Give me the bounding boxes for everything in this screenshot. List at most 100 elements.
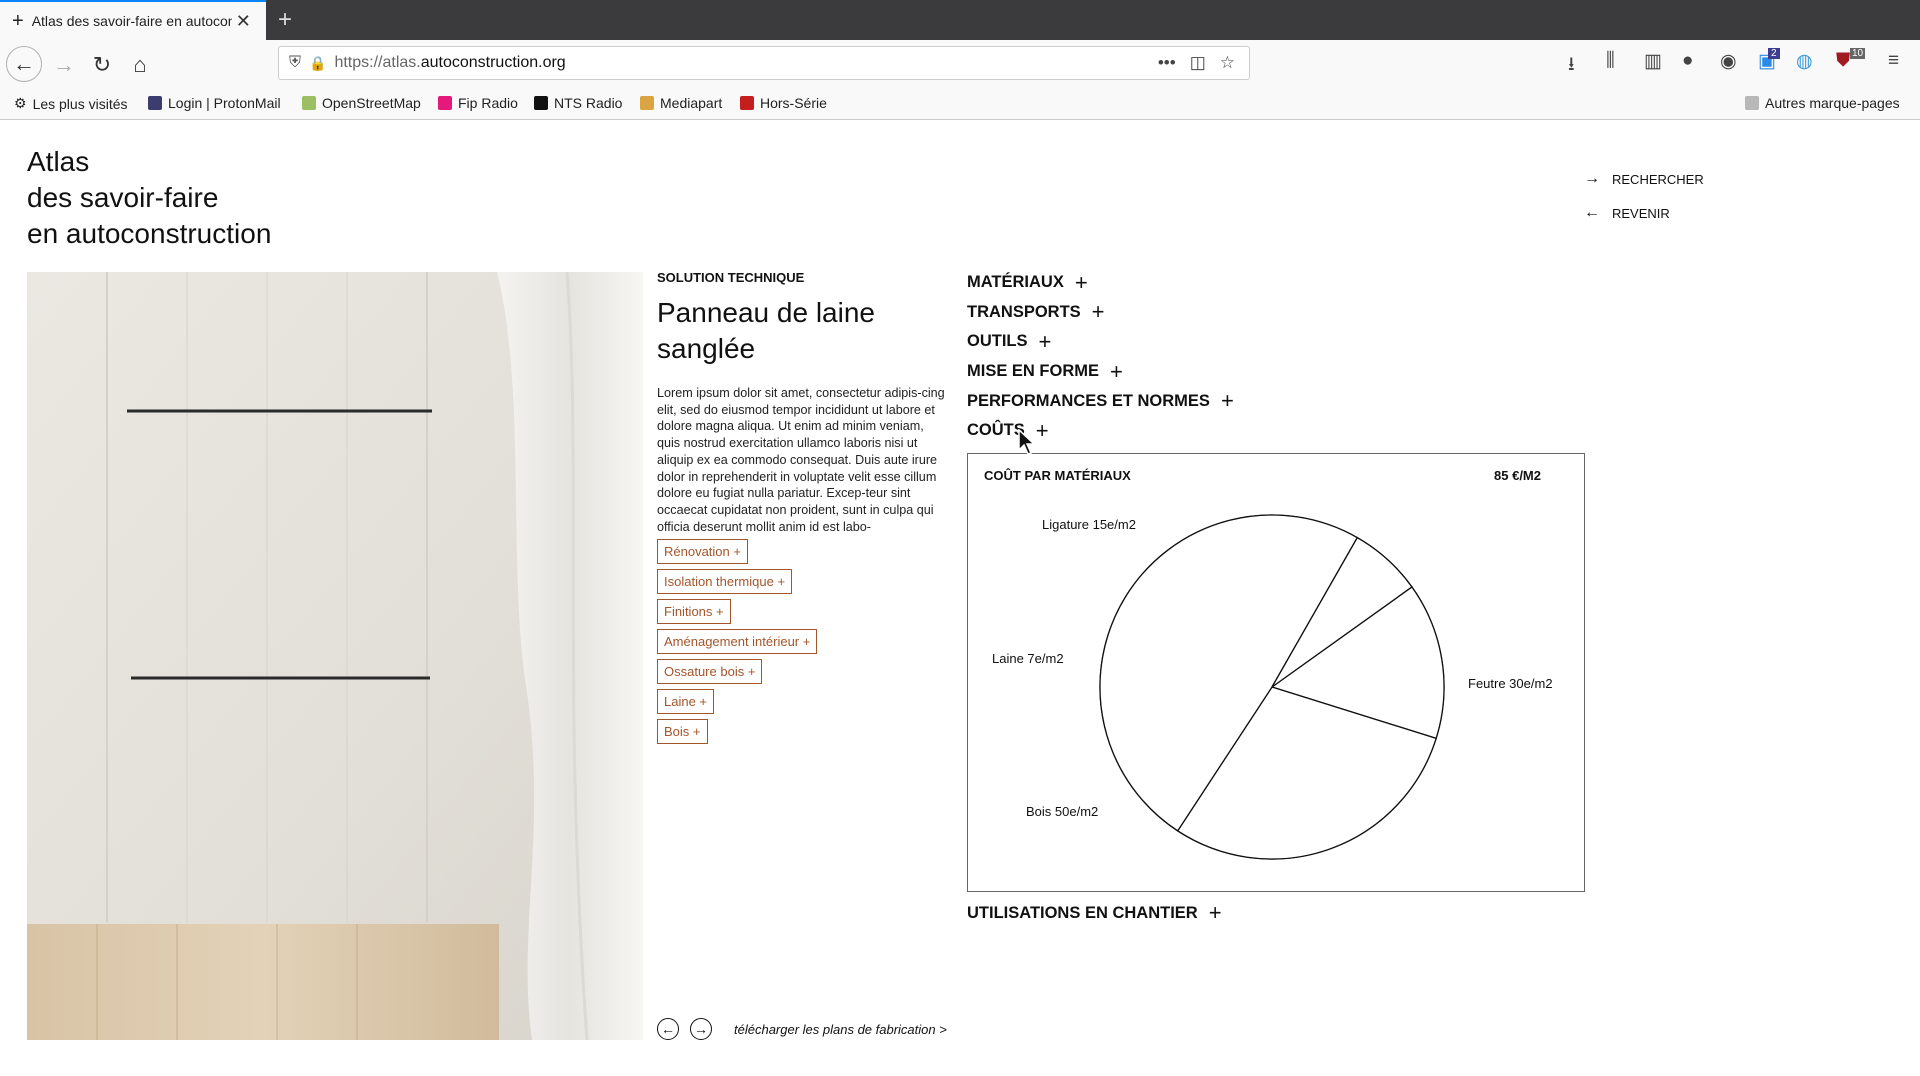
section-couts[interactable]: COÛTS + (967, 416, 1234, 446)
active-tab[interactable]: + Atlas des savoir-faire en autoconstruc… (0, 0, 266, 40)
section-label: OUTILS (967, 332, 1028, 351)
article-title: Panneau de laine sanglée (657, 297, 875, 364)
site-title[interactable]: Atlas des savoir-faire en autoconstructi… (27, 144, 271, 252)
url-bar[interactable]: ⛨ 🔒 https://atlas.autoconstruction.org •… (278, 46, 1250, 80)
new-tab-button[interactable]: + (278, 6, 292, 34)
section-transports[interactable]: TRANSPORTS + (967, 298, 1234, 328)
back-button[interactable]: ← (6, 46, 42, 82)
section-label: MISE EN FORME (967, 362, 1100, 381)
plus-icon: + (1220, 388, 1234, 414)
plus-icon: + (1110, 358, 1123, 384)
product-photo (27, 272, 643, 1040)
fip-icon (438, 96, 452, 110)
section-materiaux[interactable]: MATÉRIAUX + (967, 268, 1234, 298)
pocket-icon[interactable]: ◫ (1190, 53, 1206, 73)
navigation-toolbar: ← → ↻ ⌂ ⛨ 🔒 https://atlas.autoconstructi… (0, 40, 1920, 88)
page-actions-icon[interactable]: ••• (1158, 53, 1176, 73)
tag-ossature-bois[interactable]: Ossature bois + (657, 659, 763, 684)
section-label: COÛTS (967, 421, 1025, 440)
plus-icon: + (1208, 900, 1222, 925)
search-link[interactable]: → RECHERCHER (1584, 170, 1704, 188)
plus-icon: + (1074, 269, 1088, 295)
section-utilisations-chantier[interactable]: UTILISATIONS EN CHANTIER + (967, 900, 1222, 926)
pie-slice-label: Ligature 15e/m2 (1042, 517, 1136, 532)
footer-navigation: ← → télécharger les plans de fabrication… (657, 1018, 947, 1040)
bookmark-openstreetmap[interactable]: OpenStreetMap (302, 95, 421, 111)
article-category: SOLUTION TECHNIQUE (657, 270, 805, 285)
back-label: REVENIR (1612, 205, 1670, 221)
tag-amenagement-interieur[interactable]: Aménagement intérieur + (657, 629, 818, 654)
pie-slice-label: Feutre 30e/m2 (1468, 676, 1553, 691)
url-text[interactable]: https://atlas.autoconstruction.org (334, 54, 1157, 72)
tab-bar: + Atlas des savoir-faire en autoconstruc… (0, 0, 1920, 40)
account-icon[interactable]: ◉ (1720, 50, 1737, 73)
bookmark-fip-radio[interactable]: Fip Radio (438, 95, 518, 111)
site-title-line: en autoconstruction (27, 218, 272, 249)
mouse-cursor-icon (1018, 429, 1036, 455)
pie-slice-label: Bois 50e/m2 (1026, 804, 1098, 819)
tag-laine[interactable]: Laine + (657, 689, 715, 714)
cost-panel: COÛT PAR MATÉRIAUX 85 €/M2 Ligature 15e/… (967, 453, 1585, 892)
search-label: RECHERCHER (1612, 171, 1704, 187)
bookmark-most-visited[interactable]: ⚙ Les plus visités (14, 95, 128, 112)
bookmark-star-icon[interactable]: ☆ (1220, 53, 1235, 73)
home-button[interactable]: ⌂ (123, 48, 157, 82)
menu-icon[interactable]: ≡ (1888, 50, 1899, 72)
back-link[interactable]: ← REVENIR (1584, 204, 1670, 222)
tag-finitions[interactable]: Finitions + (657, 599, 731, 624)
download-icon[interactable]: ⭳ (1568, 50, 1575, 82)
section-label: MATÉRIAUX (967, 273, 1064, 292)
arrow-right-icon: → (1584, 170, 1600, 187)
badge-count: 2 (1768, 48, 1780, 59)
download-plans-link[interactable]: télécharger les plans de fabrication > (734, 1022, 947, 1037)
forward-button[interactable]: → (47, 48, 81, 82)
sidebar-icon[interactable]: ▥ (1644, 50, 1662, 73)
ublock-icon[interactable]: ⛊ (1836, 50, 1850, 72)
site-title-line: Atlas (27, 146, 90, 177)
tag-renovation[interactable]: Rénovation + (657, 539, 748, 564)
cost-pie-chart: Ligature 15e/m2 Feutre 30e/m2 Bois 50e/m2 L… (992, 514, 1553, 860)
bookmark-mediapart[interactable]: Mediapart (640, 95, 722, 111)
tag-isolation-thermique[interactable]: Isolation thermique + (657, 569, 793, 594)
plus-icon: + (1091, 299, 1105, 325)
library-icon[interactable]: ⫼ (1606, 50, 1615, 72)
tab-title: Atlas des savoir-faire en autoconstructi… (31, 13, 232, 29)
nts-icon (534, 96, 548, 110)
mediapart-icon (640, 96, 654, 110)
section-outils[interactable]: OUTILS + (967, 327, 1234, 357)
previous-arrow-icon[interactable]: ← (657, 1018, 679, 1040)
tracking-shield-icon[interactable]: ⛨ (289, 54, 301, 72)
section-list: MATÉRIAUX + TRANSPORTS + OUTILS + MISE EN F… (967, 268, 1234, 446)
lock-icon[interactable]: 🔒 (309, 55, 326, 72)
bookmark-nts-radio[interactable]: NTS Radio (534, 95, 622, 111)
tag-list: Rénovation + Isolation thermique + Finit… (657, 539, 818, 749)
section-label: TRANSPORTS (967, 302, 1081, 321)
pie-slice-label: Laine 7e/m2 (992, 651, 1064, 666)
protonmail-icon (148, 96, 162, 110)
plus-icon: + (1038, 328, 1052, 354)
arrow-left-icon: ← (1584, 204, 1600, 221)
gear-icon: ⚙ (14, 95, 27, 111)
reload-button[interactable]: ↻ (85, 48, 119, 82)
other-bookmarks[interactable]: Autres marque-pages (1745, 95, 1900, 111)
section-label: UTILISATIONS EN CHANTIER (967, 903, 1198, 922)
section-mise-en-forme[interactable]: MISE EN FORME + (967, 357, 1234, 387)
bookmark-hors-serie[interactable]: Hors-Série (740, 95, 827, 111)
section-label: PERFORMANCES ET NORMES (967, 391, 1210, 410)
openstreetmap-icon (302, 96, 316, 110)
ublock-count: 10 (1850, 48, 1866, 59)
next-arrow-icon[interactable]: → (690, 1018, 712, 1040)
article-intro: SOLUTION TECHNIQUE Panneau de laine sang… (657, 270, 947, 535)
section-performances-normes[interactable]: PERFORMANCES ET NORMES + (967, 386, 1234, 416)
hors-serie-icon (740, 96, 754, 110)
site-title-line: des savoir-faire (27, 182, 219, 213)
globe-extension-icon[interactable]: ◍ (1796, 50, 1813, 73)
extension-icon[interactable]: ● (1682, 50, 1693, 72)
folder-icon (1745, 96, 1759, 110)
tag-bois[interactable]: Bois + (657, 719, 708, 744)
site-favicon-icon: + (12, 9, 24, 32)
article-body: Lorem ipsum dolor sit amet, consectetur … (657, 386, 945, 534)
close-tab-icon[interactable]: ✕ (236, 11, 251, 32)
bookmark-protonmail[interactable]: Login | ProtonMail (148, 95, 281, 111)
bookmarks-toolbar: ⚙ Les plus visités Login | ProtonMail Ope… (0, 88, 1920, 120)
